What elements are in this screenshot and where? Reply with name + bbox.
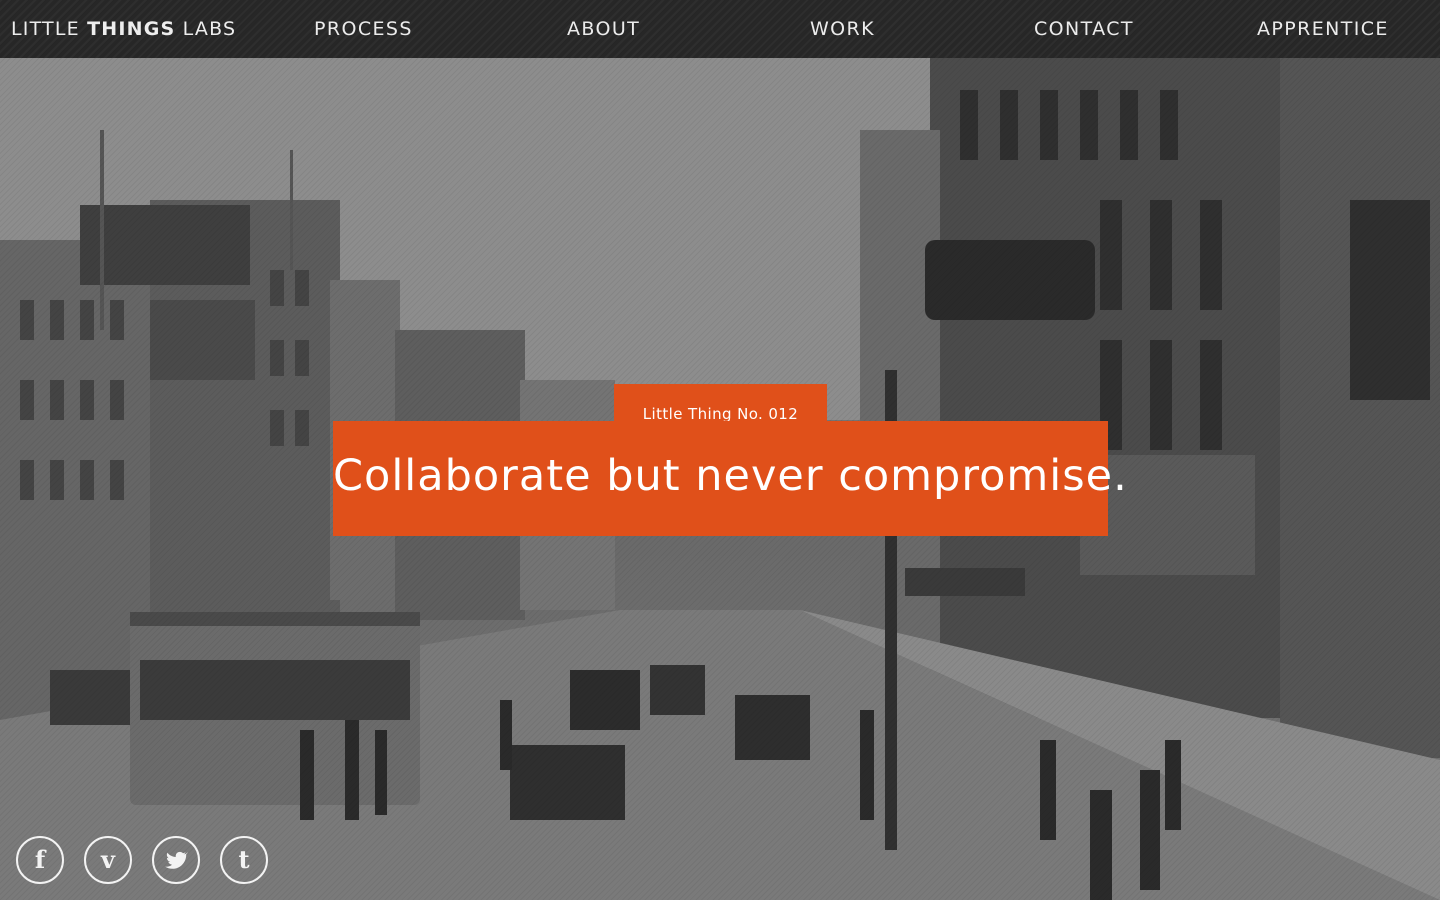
twitter-icon[interactable] — [152, 836, 200, 884]
twitter-bird-glyph — [165, 851, 189, 869]
top-navigation-bar: LITTLE THINGS LABS PROCESS ABOUT WORK CO… — [0, 0, 1440, 58]
headline-text: Collaborate but never compromise. — [333, 451, 1128, 501]
nav-process-link[interactable]: PROCESS — [314, 0, 413, 58]
vimeo-icon[interactable]: v — [84, 836, 132, 884]
headline-banner: Collaborate but never compromise. — [333, 421, 1128, 536]
tumblr-glyph: t — [238, 845, 250, 874]
nav-contact-link[interactable]: CONTACT — [1034, 0, 1134, 58]
facebook-icon[interactable]: f — [16, 836, 64, 884]
little-thing-number-tag: Little Thing No. 012 — [614, 384, 827, 423]
nav-work-link[interactable]: WORK — [810, 0, 875, 58]
vimeo-glyph: v — [101, 845, 115, 874]
brand-word-things: THINGS — [87, 18, 176, 40]
brand-word-little: LITTLE — [11, 18, 88, 40]
tumblr-icon[interactable]: t — [220, 836, 268, 884]
nav-about-link[interactable]: ABOUT — [567, 0, 640, 58]
facebook-glyph: f — [34, 845, 46, 874]
brand-logo-link[interactable]: LITTLE THINGS LABS — [11, 0, 236, 58]
nav-apprentice-link[interactable]: APPRENTICE — [1257, 0, 1389, 58]
brand-word-labs: LABS — [175, 18, 237, 40]
